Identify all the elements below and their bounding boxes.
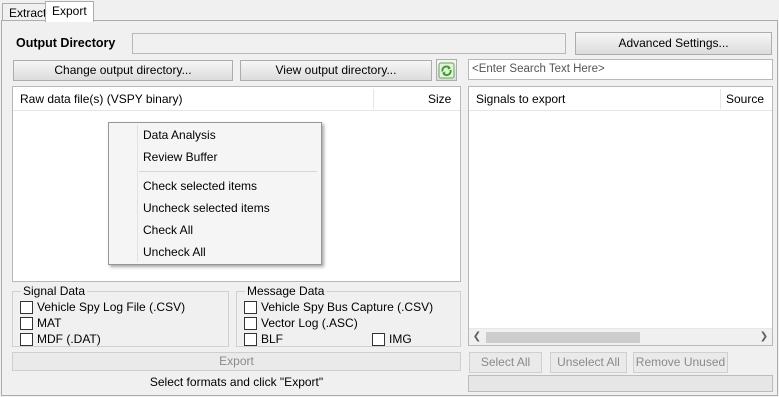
img-checkbox[interactable]: [372, 333, 385, 346]
menu-item-uncheck-selected[interactable]: Uncheck selected items: [143, 198, 270, 218]
search-input[interactable]: <Enter Search Text Here>: [468, 59, 773, 80]
export-button[interactable]: Export: [12, 352, 461, 371]
column-divider: [720, 89, 721, 109]
select-all-button[interactable]: Select All: [469, 352, 542, 373]
horizontal-scrollbar[interactable]: ❮ ❯: [469, 328, 772, 345]
vspy-log-option[interactable]: Vehicle Spy Log File (.CSV): [20, 300, 185, 315]
refresh-icon: [438, 62, 455, 79]
files-table-header: Raw data file(s) (VSPY binary) Size: [13, 87, 460, 111]
output-directory-label: Output Directory: [16, 36, 116, 50]
files-column-size-header[interactable]: Size: [428, 87, 451, 111]
message-data-title: Message Data: [245, 284, 327, 298]
mdf-checkbox[interactable]: [20, 333, 33, 346]
menu-item-uncheck-all[interactable]: Uncheck All: [143, 242, 206, 262]
refresh-button[interactable]: [436, 59, 457, 81]
output-directory-field[interactable]: [132, 33, 566, 54]
signal-data-group: Signal Data Vehicle Spy Log File (.CSV) …: [12, 284, 229, 347]
unselect-all-button[interactable]: Unselect All: [550, 352, 627, 373]
mat-option[interactable]: MAT: [20, 316, 61, 331]
signals-column-name-header[interactable]: Signals to export: [476, 87, 565, 111]
scroll-left-icon[interactable]: ❮: [471, 331, 483, 343]
signals-table-header: Signals to export Source: [469, 87, 772, 111]
column-divider: [373, 89, 374, 109]
menu-separator: [139, 171, 317, 172]
view-output-directory-button[interactable]: View output directory...: [240, 60, 432, 81]
vector-log-option[interactable]: Vector Log (.ASC): [244, 316, 358, 331]
bus-capture-checkbox[interactable]: [244, 301, 257, 314]
scroll-right-icon[interactable]: ❯: [758, 331, 770, 343]
menu-gutter: [137, 125, 138, 262]
vector-log-checkbox[interactable]: [244, 317, 257, 330]
img-label: IMG: [389, 332, 412, 346]
vector-log-label: Vector Log (.ASC): [261, 316, 358, 330]
context-menu: Data Analysis Review Buffer Check select…: [108, 122, 322, 265]
export-progress-bar: [468, 375, 773, 392]
blf-checkbox[interactable]: [244, 333, 257, 346]
change-output-directory-button[interactable]: Change output directory...: [13, 60, 233, 81]
blf-option[interactable]: BLF: [244, 332, 283, 347]
mdf-label: MDF (.DAT): [37, 332, 101, 346]
signals-column-source-header[interactable]: Source: [726, 87, 764, 111]
img-option[interactable]: IMG: [372, 332, 412, 347]
files-column-name-header[interactable]: Raw data file(s) (VSPY binary): [20, 87, 183, 111]
blf-label: BLF: [261, 332, 284, 346]
menu-item-review-buffer[interactable]: Review Buffer: [143, 147, 217, 167]
mat-label: MAT: [37, 316, 62, 330]
remove-unused-button[interactable]: Remove Unused: [633, 352, 728, 373]
menu-item-data-analysis[interactable]: Data Analysis: [143, 125, 216, 145]
vspy-log-checkbox[interactable]: [20, 301, 33, 314]
signals-list[interactable]: Signals to export Source ❮ ❯: [468, 86, 773, 346]
scrollbar-thumb[interactable]: [486, 332, 640, 343]
signal-data-title: Signal Data: [21, 284, 88, 298]
advanced-settings-button[interactable]: Advanced Settings...: [575, 32, 772, 55]
mat-checkbox[interactable]: [20, 317, 33, 330]
menu-item-check-all[interactable]: Check All: [143, 220, 193, 240]
export-status-text: Select formats and click "Export": [149, 375, 324, 389]
menu-item-check-selected[interactable]: Check selected items: [143, 176, 257, 196]
vspy-log-label: Vehicle Spy Log File (.CSV): [37, 300, 186, 314]
bus-capture-label: Vehicle Spy Bus Capture (.CSV): [261, 300, 434, 314]
bus-capture-option[interactable]: Vehicle Spy Bus Capture (.CSV): [244, 300, 433, 315]
mdf-option[interactable]: MDF (.DAT): [20, 332, 101, 347]
message-data-group: Message Data Vehicle Spy Bus Capture (.C…: [236, 284, 461, 347]
tab-export[interactable]: Export: [45, 1, 94, 22]
